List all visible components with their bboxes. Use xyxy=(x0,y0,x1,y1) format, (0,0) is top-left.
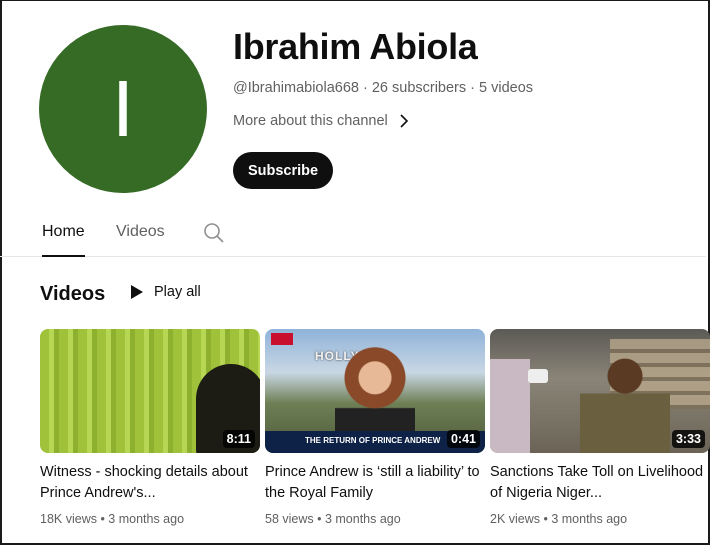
channel-avatar[interactable]: I xyxy=(39,25,207,193)
channel-meta: @Ibrahimabiola668 · 26 subscribers · 5 v… xyxy=(233,80,534,96)
play-all-label: Play all xyxy=(154,284,201,300)
video-thumbnail[interactable]: 3:33 xyxy=(490,329,710,453)
more-about-label: More about this channel xyxy=(233,113,388,129)
news-banner-text: THE RETURN OF PRINCE ANDREW xyxy=(305,436,441,445)
avatar-letter: I xyxy=(111,64,135,153)
video-card[interactable]: HOLLY THE RETURN OF PRINCE ANDREW 0:41 P… xyxy=(265,329,485,526)
video-duration: 0:41 xyxy=(446,430,480,448)
video-card[interactable]: 3:33 Sanctions Take Toll on Livelihood o… xyxy=(490,329,710,526)
video-title[interactable]: Witness - shocking details about Prince … xyxy=(40,462,260,504)
more-about-channel-link[interactable]: More about this channel xyxy=(233,113,411,129)
video-stats: 58 views • 3 months ago xyxy=(265,512,401,526)
microphone xyxy=(528,369,548,383)
play-icon xyxy=(131,285,143,299)
chevron-right-icon xyxy=(400,114,408,128)
video-thumbnail[interactable]: 8:11 xyxy=(40,329,260,453)
play-all-button[interactable]: Play all xyxy=(130,284,201,300)
video-thumbnail[interactable]: HOLLY THE RETURN OF PRINCE ANDREW 0:41 xyxy=(265,329,485,453)
thumbnail-figure xyxy=(580,353,670,453)
video-stats: 2K views • 3 months ago xyxy=(490,512,628,526)
channel-name: Ibrahim Abiola xyxy=(233,26,478,67)
video-title[interactable]: Prince Andrew is ‘still a liability’ to … xyxy=(265,462,485,504)
search-icon[interactable] xyxy=(203,222,225,244)
video-duration: 8:11 xyxy=(222,430,255,448)
video-stats: 18K views • 3 months ago xyxy=(40,512,185,526)
channel-tabs: Home Videos xyxy=(0,213,706,257)
section-title: Videos xyxy=(40,283,106,305)
tab-videos[interactable]: Videos xyxy=(116,223,165,257)
news-logo xyxy=(271,333,293,345)
subscribe-button[interactable]: Subscribe xyxy=(233,152,333,189)
video-duration: 3:33 xyxy=(671,430,705,448)
video-card[interactable]: 8:11 Witness - shocking details about Pr… xyxy=(40,329,260,526)
tab-home[interactable]: Home xyxy=(42,223,85,257)
video-title[interactable]: Sanctions Take Toll on Livelihood of Nig… xyxy=(490,462,710,504)
thumbnail-figure xyxy=(490,359,530,453)
